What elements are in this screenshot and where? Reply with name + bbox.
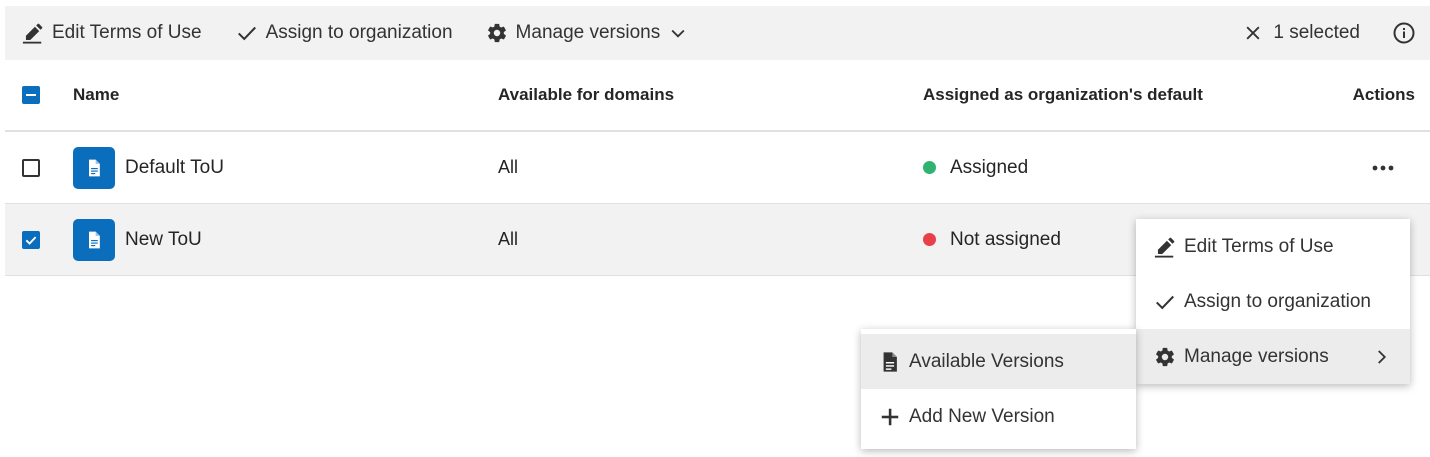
- gear-icon: [487, 23, 506, 43]
- plus-icon: [881, 408, 899, 425]
- submenu-item-add-new-version[interactable]: Add New Version: [861, 389, 1136, 444]
- edit-terms-button[interactable]: Edit Terms of Use: [22, 6, 202, 60]
- gear-icon: [1156, 347, 1174, 366]
- menu-item-assign-organization[interactable]: Assign to organization: [1136, 274, 1410, 329]
- assigned-cell: Not assigned: [923, 204, 1061, 275]
- pencil-icon: [22, 23, 43, 44]
- row-context-menu: Edit Terms of Use Assign to organization…: [1136, 219, 1410, 384]
- name-cell: New ToU: [73, 204, 202, 275]
- checkmark-icon: [1156, 295, 1174, 309]
- column-header-domains[interactable]: Available for domains: [498, 60, 674, 130]
- chevron-right-icon: [1378, 349, 1387, 364]
- select-all-cell: [22, 60, 40, 130]
- pencil-icon: [1154, 237, 1175, 258]
- domains-cell: All: [498, 157, 519, 177]
- manage-versions-label: Manage versions: [515, 22, 661, 43]
- column-header-name[interactable]: Name: [73, 60, 119, 130]
- row-name: New ToU: [125, 228, 202, 250]
- status-dot: [923, 233, 936, 246]
- menu-item-manage-versions[interactable]: Manage versions: [1136, 329, 1410, 384]
- menu-item-edit-terms[interactable]: Edit Terms of Use: [1136, 219, 1410, 274]
- manage-versions-dropdown[interactable]: Manage versions: [486, 6, 689, 60]
- checkmark-icon: [25, 235, 37, 245]
- column-header-actions: Actions: [1352, 85, 1415, 104]
- status-badge: Assigned: [950, 156, 1029, 178]
- row-name: Default ToU: [125, 156, 224, 178]
- row-actions-button[interactable]: [1371, 132, 1395, 203]
- more-horizontal-icon: [1372, 165, 1394, 170]
- document-icon: [73, 146, 115, 189]
- row-checkbox[interactable]: [22, 158, 40, 177]
- info-icon: [1393, 22, 1415, 44]
- menu-item-label: Assign to organization: [1184, 290, 1371, 312]
- document-icon: [73, 218, 115, 261]
- select-all-checkbox[interactable]: [22, 86, 40, 104]
- menu-item-label: Edit Terms of Use: [1184, 235, 1334, 257]
- info-button[interactable]: [1392, 6, 1416, 60]
- table-header-row: Name Available for domains Assigned as o…: [5, 60, 1430, 132]
- row-checkbox-cell: [22, 132, 40, 203]
- submenu-item-available-versions[interactable]: Available Versions: [861, 334, 1136, 389]
- clear-selection-button[interactable]: 1 selected: [1243, 6, 1360, 60]
- submenu-item-label: Available Versions: [909, 350, 1064, 372]
- manage-versions-submenu: Available Versions Add New Version: [861, 329, 1136, 449]
- selected-count: 1 selected: [1273, 22, 1360, 43]
- submenu-item-label: Add New Version: [909, 405, 1055, 427]
- assign-organization-label: Assign to organization: [265, 22, 453, 43]
- indeterminate-mark: [26, 94, 36, 96]
- toolbar: Edit Terms of Use Assign to organization…: [5, 6, 1430, 60]
- edit-terms-label: Edit Terms of Use: [52, 22, 202, 43]
- domains-cell: All: [498, 229, 519, 249]
- menu-item-label: Manage versions: [1184, 345, 1329, 367]
- row-checkbox-cell: [22, 204, 40, 275]
- status-dot: [923, 161, 936, 174]
- chevron-down-icon: [671, 29, 685, 38]
- table-row[interactable]: Default ToU All Assigned: [5, 132, 1430, 204]
- document-icon: [883, 351, 897, 372]
- close-icon: [1246, 26, 1260, 40]
- column-header-assigned[interactable]: Assigned as organization's default: [923, 60, 1203, 130]
- status-badge: Not assigned: [950, 228, 1061, 250]
- row-checkbox[interactable]: [22, 230, 40, 249]
- name-cell: Default ToU: [73, 132, 224, 203]
- assigned-cell: Assigned: [923, 132, 1028, 203]
- checkmark-icon: [237, 26, 256, 41]
- assign-organization-button[interactable]: Assign to organization: [236, 6, 453, 60]
